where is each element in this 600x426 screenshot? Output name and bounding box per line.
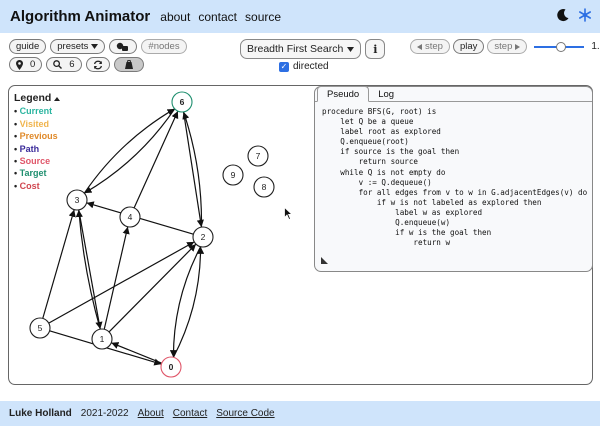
reset-button[interactable]	[85, 57, 110, 72]
caret-down-icon	[91, 44, 99, 49]
directed-checkbox[interactable]: ✓	[279, 61, 289, 72]
legend: Legend • Current • Visited • Previous • Pat…	[14, 92, 61, 192]
refresh-icon	[93, 60, 102, 69]
code-line: if w is the goal then	[322, 228, 492, 238]
legend-item-source: • Source	[14, 156, 51, 167]
speed-slider[interactable]	[534, 41, 585, 53]
caret-left-icon	[417, 43, 422, 50]
source-node-select[interactable]: 0	[9, 57, 43, 72]
source-node-value: 0	[30, 59, 36, 70]
code-line: if source is the goal then	[322, 147, 460, 157]
algorithm-select-value: Breadth First Search	[247, 43, 344, 55]
footer-link-contact[interactable]: Contact	[173, 408, 207, 419]
code-line: return w	[322, 238, 451, 248]
algorithm-select[interactable]: Breadth First Search	[240, 39, 362, 59]
node-count-input[interactable]: #nodes	[141, 39, 187, 54]
speed-slider-thumb[interactable]	[556, 41, 567, 52]
info-button[interactable]: i	[365, 39, 386, 59]
step-back-button[interactable]: step	[410, 39, 450, 54]
mouse-cursor-icon	[284, 207, 293, 220]
legend-item-cost: • Cost	[14, 180, 40, 191]
pseudocode-text: procedure BFS(G, root) is let Q be a que…	[322, 107, 587, 248]
moon-icon[interactable]	[556, 8, 570, 27]
footer: Luke Holland 2021-2022 About Contact Sou…	[0, 401, 600, 426]
target-node-value: 6	[69, 59, 75, 70]
legend-toggle[interactable]: Legend	[14, 92, 61, 104]
toolbar-row-1: guide presets #nodes	[9, 39, 187, 54]
footer-years: 2021-2022	[80, 408, 129, 419]
weights-toggle[interactable]	[113, 57, 144, 72]
code-line: Q.enqueue(w)	[322, 218, 451, 228]
guide-button[interactable]: guide	[9, 39, 47, 54]
search-icon	[53, 60, 63, 69]
code-line: label w as explored	[322, 207, 483, 217]
code-line: label root as explored	[322, 127, 441, 137]
footer-author: Luke Holland	[9, 408, 72, 419]
code-line: v := Q.dequeue()	[322, 177, 432, 187]
tab-log[interactable]: Log	[369, 87, 403, 102]
weight-icon	[124, 60, 133, 69]
code-line: if w is not labeled as explored then	[322, 197, 542, 207]
settings-snowflake-icon[interactable]	[578, 8, 592, 27]
code-line: return source	[322, 157, 419, 167]
resize-handle-icon[interactable]	[321, 257, 328, 264]
caret-right-icon	[515, 43, 521, 50]
top-navbar: Algorithm Animator about contact source	[0, 0, 600, 33]
legend-item-current: • Current	[14, 106, 53, 117]
legend-item-visited: • Visited	[14, 118, 50, 129]
nav-link-about[interactable]: about	[160, 10, 190, 24]
algorithm-controls: Breadth First Search i	[240, 39, 386, 59]
playback-controls: step play step 1.00x	[410, 39, 600, 54]
code-line: Q.enqueue(root)	[322, 137, 409, 147]
directed-label: directed	[293, 61, 329, 72]
step-back-label: step	[425, 41, 443, 52]
footer-link-about[interactable]: About	[138, 408, 164, 419]
pseudocode-panel: Pseudo Log procedure BFS(G, root) is let…	[314, 86, 593, 272]
legend-item-previous: • Previous	[14, 131, 58, 142]
caret-down-icon	[347, 46, 355, 52]
app-title[interactable]: Algorithm Animator	[10, 8, 150, 25]
presets-label: presets	[57, 41, 89, 52]
footer-link-source-code[interactable]: Source Code	[216, 408, 274, 419]
target-node-select[interactable]: 6	[46, 57, 82, 72]
presets-dropdown[interactable]: presets	[50, 39, 106, 54]
code-line: while Q is not empty do	[322, 167, 446, 177]
legend-item-target: • Target	[14, 168, 47, 179]
toolbar-row-2: 0 6	[9, 57, 144, 72]
shapes-icon	[117, 42, 129, 51]
step-forward-label: step	[494, 41, 513, 52]
speed-value: 1.00x	[591, 41, 600, 52]
legend-title: Legend	[14, 92, 52, 104]
play-button[interactable]: play	[452, 39, 485, 54]
step-forward-button[interactable]: step	[487, 39, 528, 54]
caret-up-icon	[54, 97, 61, 101]
map-pin-icon	[16, 59, 23, 70]
panel-tabs: Pseudo Log	[315, 86, 592, 102]
nav-link-source[interactable]: source	[245, 10, 281, 24]
code-line: for all edges from v to w in G.adjacentE…	[322, 187, 588, 197]
nav-link-contact[interactable]: contact	[198, 10, 237, 24]
directed-checkbox-group: ✓ directed	[279, 61, 329, 72]
code-line: procedure BFS(G, root) is	[322, 107, 437, 116]
speed-dropdown[interactable]: 1.00x	[591, 41, 600, 52]
random-shapes-button[interactable]	[109, 39, 138, 54]
code-line: let Q be a queue	[322, 117, 414, 127]
legend-item-path: • Path	[14, 143, 40, 154]
tab-pseudo[interactable]: Pseudo	[317, 86, 370, 102]
